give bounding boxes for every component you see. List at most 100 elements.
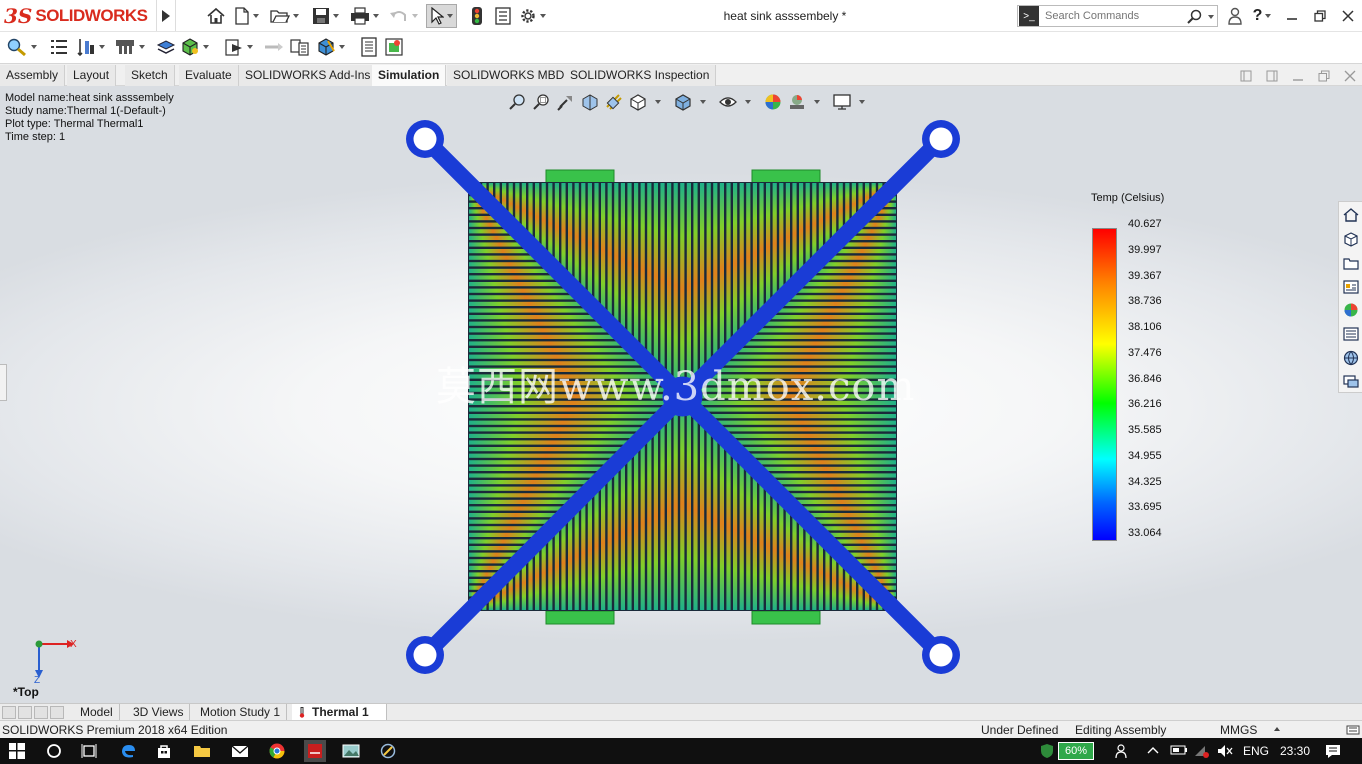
- legend-color-bar[interactable]: [1092, 228, 1117, 541]
- compare-results-button[interactable]: [290, 37, 310, 57]
- minimize-button[interactable]: [1278, 0, 1306, 32]
- tab-simulation[interactable]: Simulation: [372, 65, 447, 86]
- unit-system-selector[interactable]: MMGS: [1220, 723, 1257, 737]
- solidworks-logo[interactable]: 3S SOLIDWORKS: [4, 2, 154, 30]
- battery-tray-icon[interactable]: [1170, 744, 1188, 756]
- store-bag-icon: [158, 745, 170, 758]
- select-button[interactable]: [426, 4, 457, 28]
- system-clock[interactable]: 23:30: [1280, 744, 1310, 758]
- app-button[interactable]: [379, 742, 397, 760]
- task-pane-forum-tab[interactable]: [1341, 371, 1361, 392]
- task-pane-appearances-tab[interactable]: [1341, 300, 1361, 321]
- network-disconnected-icon[interactable]: [1193, 744, 1209, 758]
- mesh-button[interactable]: [180, 37, 209, 57]
- task-pane-file-explorer-tab[interactable]: [1341, 276, 1361, 297]
- search-commands-box[interactable]: >_: [1017, 5, 1218, 27]
- next-tab-button[interactable]: [34, 706, 48, 719]
- file-explorer-button[interactable]: [193, 742, 211, 760]
- save-button[interactable]: [312, 5, 339, 27]
- heat-sink-fin: [627, 183, 632, 344]
- store-button[interactable]: [155, 742, 173, 760]
- study-advisor-button[interactable]: [6, 37, 37, 57]
- tab-motion-study-1[interactable]: Motion Study 1: [194, 704, 288, 721]
- units-chevron-up-icon[interactable]: [1274, 727, 1280, 731]
- undo-button[interactable]: [389, 5, 418, 27]
- print-button[interactable]: [350, 5, 379, 27]
- cortana-button[interactable]: [45, 742, 63, 760]
- thermal-plot[interactable]: [0, 86, 1362, 704]
- open-button[interactable]: [270, 5, 299, 27]
- menu-expand-button[interactable]: [156, 0, 176, 31]
- tab-thermal-1[interactable]: Thermal 1: [292, 704, 387, 721]
- start-button[interactable]: [8, 742, 26, 760]
- heat-sink-fin: [469, 526, 551, 531]
- results-advisor-button[interactable]: [264, 37, 284, 57]
- task-pane-custom-properties-tab[interactable]: [1341, 324, 1361, 345]
- people-icon[interactable]: [1115, 743, 1131, 759]
- new-study-button[interactable]: [50, 37, 68, 57]
- shield-tray-icon[interactable]: [1040, 743, 1054, 759]
- notifications-icon[interactable]: [1325, 743, 1341, 759]
- heat-sink-fin: [759, 183, 764, 318]
- first-tab-button[interactable]: [2, 706, 16, 719]
- volume-muted-icon[interactable]: [1217, 744, 1233, 758]
- doc-close-icon[interactable]: [1344, 70, 1356, 82]
- options-button[interactable]: [519, 5, 546, 27]
- fixtures-button[interactable]: [114, 37, 145, 57]
- feature-manager-expand-handle[interactable]: [0, 364, 7, 401]
- tab-evaluate[interactable]: Evaluate: [179, 65, 239, 86]
- chrome-button[interactable]: [268, 742, 286, 760]
- file-properties-button[interactable]: [494, 5, 512, 27]
- heat-sink-fin: [746, 183, 751, 331]
- graphics-area[interactable]: Model name:heat sink asssembely Study na…: [0, 86, 1362, 704]
- apply-material-button[interactable]: [76, 37, 105, 57]
- edge-button[interactable]: [119, 742, 137, 760]
- previous-tab-button[interactable]: [18, 706, 32, 719]
- task-pane-solidworks-resources-tab[interactable]: [1341, 348, 1361, 369]
- appearances-icon: [1344, 303, 1357, 317]
- chevron-down-icon: [447, 14, 453, 18]
- doc-restore-icon[interactable]: [1318, 70, 1330, 82]
- photos-button[interactable]: [342, 742, 360, 760]
- input-language[interactable]: ENG: [1243, 744, 1269, 758]
- tab-3d-views[interactable]: 3D Views: [127, 704, 191, 721]
- run-study-icon: [225, 39, 242, 56]
- search-input[interactable]: [1045, 10, 1185, 22]
- tab-sketch[interactable]: Sketch: [125, 65, 175, 86]
- heat-sink-fin: [713, 429, 718, 610]
- heat-sink-fin: [647, 183, 652, 364]
- doc-minimize-icon[interactable]: [1292, 70, 1304, 82]
- tile-left-icon[interactable]: [1240, 70, 1252, 82]
- help-button[interactable]: ?: [1246, 7, 1278, 25]
- tile-right-icon[interactable]: [1266, 70, 1278, 82]
- task-pane-3d-content-tab[interactable]: [1341, 229, 1361, 250]
- mail-button[interactable]: [231, 742, 249, 760]
- report-button[interactable]: [360, 37, 378, 57]
- restore-button[interactable]: [1306, 0, 1334, 32]
- thermal-loads-button[interactable]: [156, 37, 176, 57]
- close-button[interactable]: [1334, 0, 1362, 32]
- last-tab-button[interactable]: [50, 706, 64, 719]
- plot-tools-button[interactable]: [316, 37, 345, 57]
- tab-model[interactable]: Model: [74, 704, 120, 721]
- solidworks-taskbar-button[interactable]: [304, 740, 326, 762]
- task-pane-design-library-tab[interactable]: [1341, 253, 1361, 274]
- chevron-up-icon[interactable]: [1147, 746, 1159, 754]
- center-hub: [662, 376, 703, 417]
- battery-meter[interactable]: 60%: [1058, 742, 1094, 760]
- new-document-button[interactable]: [234, 5, 259, 27]
- tab-solidworks-inspection[interactable]: SOLIDWORKS Inspection: [564, 65, 717, 86]
- rebuild-button[interactable]: [470, 5, 484, 27]
- run-study-button[interactable]: [224, 37, 253, 57]
- task-pane-home-tab[interactable]: [1341, 205, 1361, 226]
- task-view-button[interactable]: [80, 742, 98, 760]
- home-button[interactable]: [206, 5, 226, 27]
- user-button[interactable]: [1224, 7, 1246, 25]
- tab-layout[interactable]: Layout: [67, 65, 117, 86]
- tab-solidworks-mbd[interactable]: SOLIDWORKS MBD: [447, 65, 572, 86]
- tab-solidworks-add-ins[interactable]: SOLIDWORKS Add-Ins: [239, 65, 378, 86]
- include-image-button[interactable]: [384, 37, 404, 57]
- status-settings-icon[interactable]: [1346, 723, 1360, 737]
- tab-assembly[interactable]: Assembly: [0, 65, 66, 86]
- mesh-cube-icon: [182, 38, 198, 56]
